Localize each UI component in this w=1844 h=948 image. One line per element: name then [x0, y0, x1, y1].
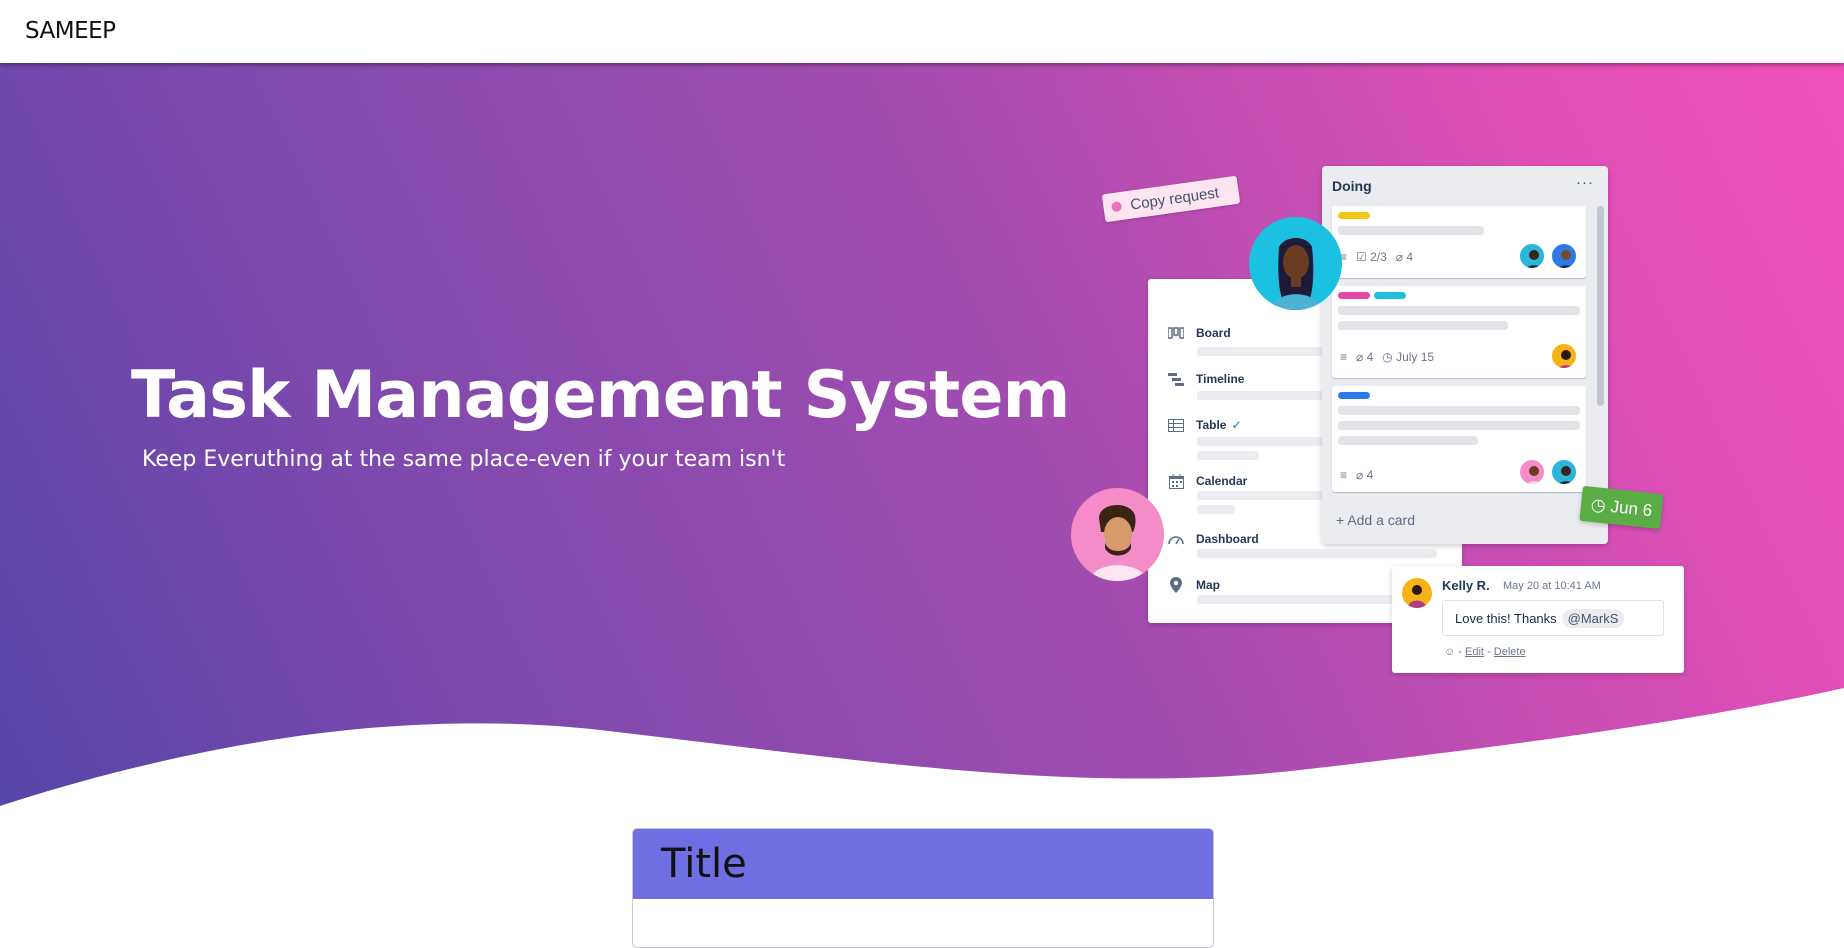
- view-item-board[interactable]: Board: [1166, 323, 1231, 343]
- edit-link[interactable]: Edit: [1465, 646, 1484, 658]
- view-item-table[interactable]: Table ✓: [1166, 415, 1242, 435]
- avatar: [1550, 458, 1578, 486]
- card-label: [1338, 292, 1370, 299]
- placeholder-bar: [1197, 595, 1397, 604]
- placeholder-bar: [1338, 226, 1484, 235]
- map-pin-icon: [1166, 575, 1186, 595]
- comment-timestamp: May 20 at 10:41 AM: [1503, 580, 1601, 592]
- brand-logo[interactable]: SAMEEP: [25, 18, 116, 44]
- clock-icon: ◷ July 15: [1382, 350, 1435, 364]
- mention-chip[interactable]: @MarkS: [1561, 608, 1625, 628]
- avatar: [1518, 458, 1546, 486]
- card-title: Title: [633, 829, 1213, 899]
- view-item-calendar[interactable]: Calendar: [1166, 471, 1247, 491]
- clock-icon: ◷: [1590, 494, 1607, 515]
- list-title: Doing: [1332, 178, 1372, 194]
- top-navbar: SAMEEP: [0, 0, 1844, 63]
- avatar: [1518, 242, 1546, 270]
- list-card[interactable]: ≡ ⌀ 4 ◷ July 15: [1332, 286, 1586, 378]
- avatar: [1071, 488, 1164, 581]
- placeholder-bar: [1338, 306, 1580, 315]
- checklist-icon: ☑ 2/3: [1356, 250, 1387, 264]
- dashboard-icon: [1166, 529, 1186, 549]
- view-item-map[interactable]: Map: [1166, 575, 1220, 595]
- timeline-icon: [1166, 369, 1186, 389]
- hero-subtitle: Keep Everuthing at the same place-even i…: [142, 447, 786, 472]
- checkmark-icon: ✓: [1231, 418, 1242, 432]
- more-icon[interactable]: ···: [1576, 174, 1594, 191]
- list-scrollbar[interactable]: [1597, 206, 1604, 406]
- list-card[interactable]: ≡ ⌀ 4: [1332, 386, 1586, 492]
- hero-title: Task Management System: [131, 358, 1070, 433]
- placeholder-bar: [1197, 451, 1259, 460]
- placeholder-bar: [1197, 549, 1437, 558]
- comment-actions: ☺ - Edit - Delete: [1444, 646, 1526, 658]
- comment-author: Kelly R.: [1442, 578, 1490, 593]
- card-label: [1338, 212, 1370, 219]
- content-card: Title: [632, 828, 1214, 948]
- emoji-icon[interactable]: ☺: [1444, 646, 1455, 658]
- card-label: [1338, 392, 1370, 399]
- card-label: [1374, 292, 1406, 299]
- add-card-button[interactable]: + Add a card: [1336, 512, 1415, 528]
- attachment-icon: ⌀ 4: [1356, 468, 1374, 482]
- avatar: [1550, 342, 1578, 370]
- placeholder-bar: [1197, 505, 1235, 514]
- delete-link[interactable]: Delete: [1494, 646, 1526, 658]
- comment-card: Kelly R. May 20 at 10:41 AM Love this! T…: [1392, 566, 1684, 673]
- description-icon: ≡: [1340, 468, 1348, 482]
- calendar-icon: [1166, 471, 1186, 491]
- placeholder-bar: [1197, 391, 1327, 400]
- avatar: [1550, 242, 1578, 270]
- doing-list: Doing ··· ≡ ☑ 2/3 ⌀ 4 ≡ ⌀ 4 ◷ July 15 ≡ …: [1322, 166, 1608, 544]
- placeholder-bar: [1338, 421, 1580, 430]
- placeholder-bar: [1338, 436, 1478, 445]
- view-item-timeline[interactable]: Timeline: [1166, 369, 1244, 389]
- description-icon: ≡: [1340, 350, 1348, 364]
- avatar: [1249, 217, 1342, 310]
- view-item-dashboard[interactable]: Dashboard: [1166, 529, 1259, 549]
- placeholder-bar: [1338, 321, 1508, 330]
- attachment-icon: ⌀ 4: [1395, 250, 1414, 264]
- avatar: [1402, 578, 1432, 608]
- dot-icon: [1110, 201, 1123, 213]
- board-icon: [1166, 323, 1186, 343]
- list-card[interactable]: ≡ ☑ 2/3 ⌀ 4: [1332, 206, 1586, 278]
- attachment-icon: ⌀ 4: [1356, 350, 1374, 364]
- placeholder-bar: [1338, 406, 1580, 415]
- table-icon: [1166, 415, 1186, 435]
- comment-text: Love this! Thanks @MarkS: [1442, 600, 1664, 636]
